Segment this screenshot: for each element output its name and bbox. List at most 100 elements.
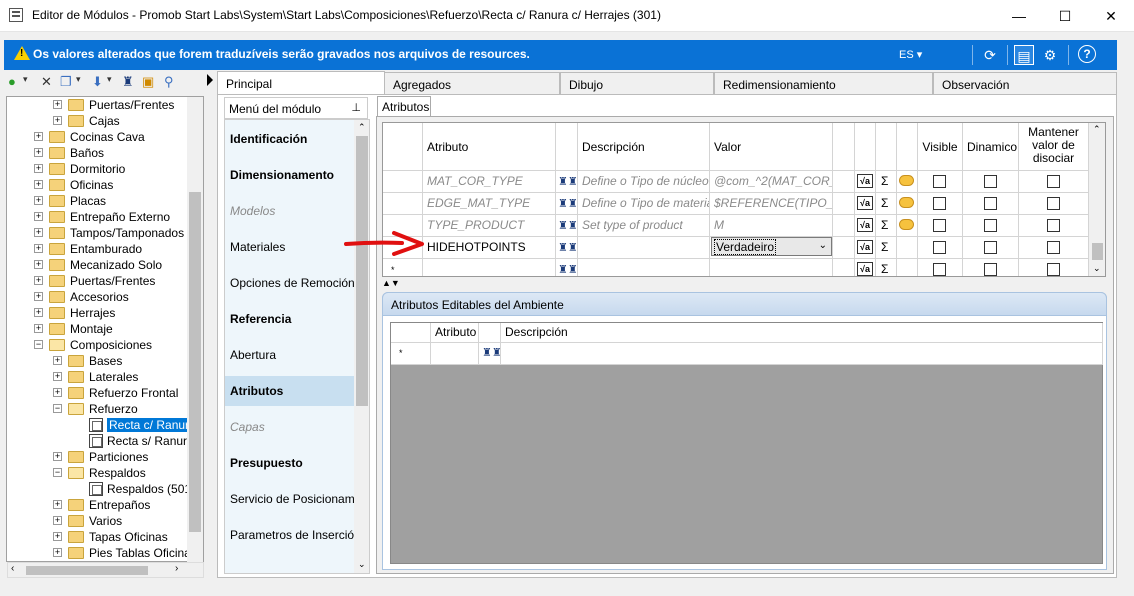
collapse-icon[interactable]: − [34, 340, 43, 349]
splitter-arrow-icon[interactable] [207, 74, 213, 86]
tree-item[interactable]: + Tapas Oficinas [7, 529, 203, 545]
add-icon[interactable]: ● [8, 74, 16, 89]
search-icon[interactable]: ♜♜ [558, 263, 577, 276]
header-visible[interactable]: Visible [918, 123, 963, 171]
maximize-button[interactable]: ☐ [1042, 0, 1088, 32]
visible-cell[interactable] [918, 215, 963, 237]
comment-cell[interactable] [897, 171, 918, 193]
expand-icon[interactable]: + [34, 244, 43, 253]
expand-icon[interactable]: + [53, 500, 62, 509]
tree-item[interactable]: − Respaldos [7, 465, 203, 481]
tree-item[interactable]: + Refuerzo Frontal [7, 385, 203, 401]
gear-icon[interactable]: ⚙ [1040, 45, 1060, 65]
valor-cell[interactable]: $REFERENCE(TIPO_Fi [710, 193, 833, 215]
dinamico-checkbox[interactable] [983, 263, 997, 276]
descripcion-cell[interactable]: Define o Tipo de núcleo... [578, 171, 710, 193]
mantener-cell[interactable] [1019, 215, 1089, 237]
tree-item[interactable]: + Cajas [7, 113, 203, 129]
menu-item[interactable]: Atributos [230, 384, 283, 398]
tree-item[interactable]: + Oficinas [7, 177, 203, 193]
search-cell[interactable]: ♜♜ [556, 215, 578, 237]
descripcion-cell[interactable] [578, 237, 710, 259]
visible-checkbox[interactable] [933, 241, 946, 254]
tree-item[interactable]: + Dormitorio [7, 161, 203, 177]
expand-icon[interactable]: + [34, 292, 43, 301]
new-descripcion-cell[interactable] [501, 343, 1103, 365]
scroll-up-icon[interactable]: ⌃ [1093, 124, 1101, 135]
blank-cell[interactable] [833, 193, 855, 215]
expand-icon[interactable]: + [34, 308, 43, 317]
grid-vertical-scrollbar[interactable]: ⌃ ⌄ [1089, 123, 1105, 276]
sum-icon[interactable]: Σ [881, 218, 888, 232]
formula-icon[interactable]: √a [857, 196, 873, 210]
collapse-icon[interactable]: − [53, 404, 62, 413]
row-header[interactable]: * [383, 259, 423, 276]
tree-vertical-scrollbar[interactable] [187, 97, 203, 562]
tree-item[interactable]: + Montaje [7, 321, 203, 337]
dinamico-checkbox[interactable] [983, 197, 997, 210]
scroll-thumb[interactable] [189, 192, 201, 532]
expand-icon[interactable]: + [34, 212, 43, 221]
fx-cell[interactable]: √a [855, 237, 876, 259]
visible-checkbox[interactable] [933, 175, 946, 188]
expand-icon[interactable]: + [34, 148, 43, 157]
search-icon[interactable]: ♜♜ [558, 241, 577, 254]
header-atributo[interactable]: Atributo [431, 323, 479, 343]
tree-item[interactable]: Recta c/ Ranura [7, 417, 203, 433]
tree-item[interactable]: + Cocinas Cava [7, 129, 203, 145]
blank-cell[interactable] [833, 171, 855, 193]
scroll-left-icon[interactable]: ‹ [11, 563, 14, 574]
tab-dibujo[interactable]: Dibujo [560, 72, 714, 94]
expand-icon[interactable]: + [34, 196, 43, 205]
tree-item[interactable]: + Mecanizado Solo [7, 257, 203, 273]
tree-item[interactable]: + Laterales [7, 369, 203, 385]
mantener-cell[interactable] [1019, 237, 1089, 259]
fx-cell[interactable]: √a [855, 215, 876, 237]
fx-cell[interactable]: √a [855, 193, 876, 215]
menu-item[interactable]: Modelos [230, 204, 275, 218]
mantener-cell[interactable] [1019, 259, 1089, 276]
row-header[interactable] [383, 171, 423, 193]
header-dinamico[interactable]: Dinamico [963, 123, 1019, 171]
tree-item[interactable]: + Bases [7, 353, 203, 369]
expand-icon[interactable]: + [53, 356, 62, 365]
tree-item[interactable]: + Tampos/Tamponados [7, 225, 203, 241]
scroll-thumb[interactable] [356, 136, 368, 406]
refresh-icon[interactable]: ⟳ [980, 45, 1000, 65]
expand-icon[interactable]: + [53, 516, 62, 525]
descripcion-cell[interactable]: Define o Tipo de materia... [578, 193, 710, 215]
scroll-down-icon[interactable]: ⌄ [358, 559, 366, 570]
visible-cell[interactable] [918, 193, 963, 215]
dinamico-cell[interactable] [963, 215, 1019, 237]
blank-cell[interactable] [833, 237, 855, 259]
language-selector[interactable]: ES ▾ [899, 48, 922, 61]
tree-item[interactable]: + Entrepaño Externo [7, 209, 203, 225]
expand-icon[interactable]: + [34, 260, 43, 269]
menu-item[interactable]: Parametros de Inserción [230, 528, 361, 542]
valor-cell[interactable] [710, 259, 833, 276]
atributo-cell[interactable]: EDGE_MAT_TYPE [423, 193, 556, 215]
dinamico-cell[interactable] [963, 193, 1019, 215]
tree-horizontal-scrollbar[interactable]: ‹ › [7, 562, 204, 578]
expand-icon[interactable]: + [34, 228, 43, 237]
sum-icon[interactable]: Σ [881, 196, 888, 210]
dinamico-checkbox[interactable] [983, 175, 997, 188]
mantener-cell[interactable] [1019, 171, 1089, 193]
comment-icon[interactable] [899, 197, 914, 208]
menu-item[interactable]: Identificación [230, 132, 307, 146]
descripcion-cell[interactable]: Set type of product [578, 215, 710, 237]
ambiente-grid[interactable]: Atributo Descripción * ♜♜ [390, 322, 1103, 564]
expand-icon[interactable]: + [53, 548, 62, 557]
tree-item[interactable]: Recta s/ Ranura [7, 433, 203, 449]
sum-cell[interactable]: Σ [876, 237, 897, 259]
tree-item[interactable]: + Puertas/Frentes [7, 97, 203, 113]
header-atributo[interactable]: Atributo [423, 123, 556, 171]
menu-item[interactable]: Referencia [230, 312, 291, 326]
atributo-cell[interactable]: HIDEHOTPOINTS [423, 237, 556, 259]
pin-icon[interactable]: ⊥ [351, 101, 361, 114]
descripcion-cell[interactable] [578, 259, 710, 276]
tab-atributos[interactable]: Atributos [377, 96, 431, 116]
visible-cell[interactable] [918, 259, 963, 276]
menu-item[interactable]: Capas [230, 420, 265, 434]
sum-cell[interactable]: Σ [876, 171, 897, 193]
